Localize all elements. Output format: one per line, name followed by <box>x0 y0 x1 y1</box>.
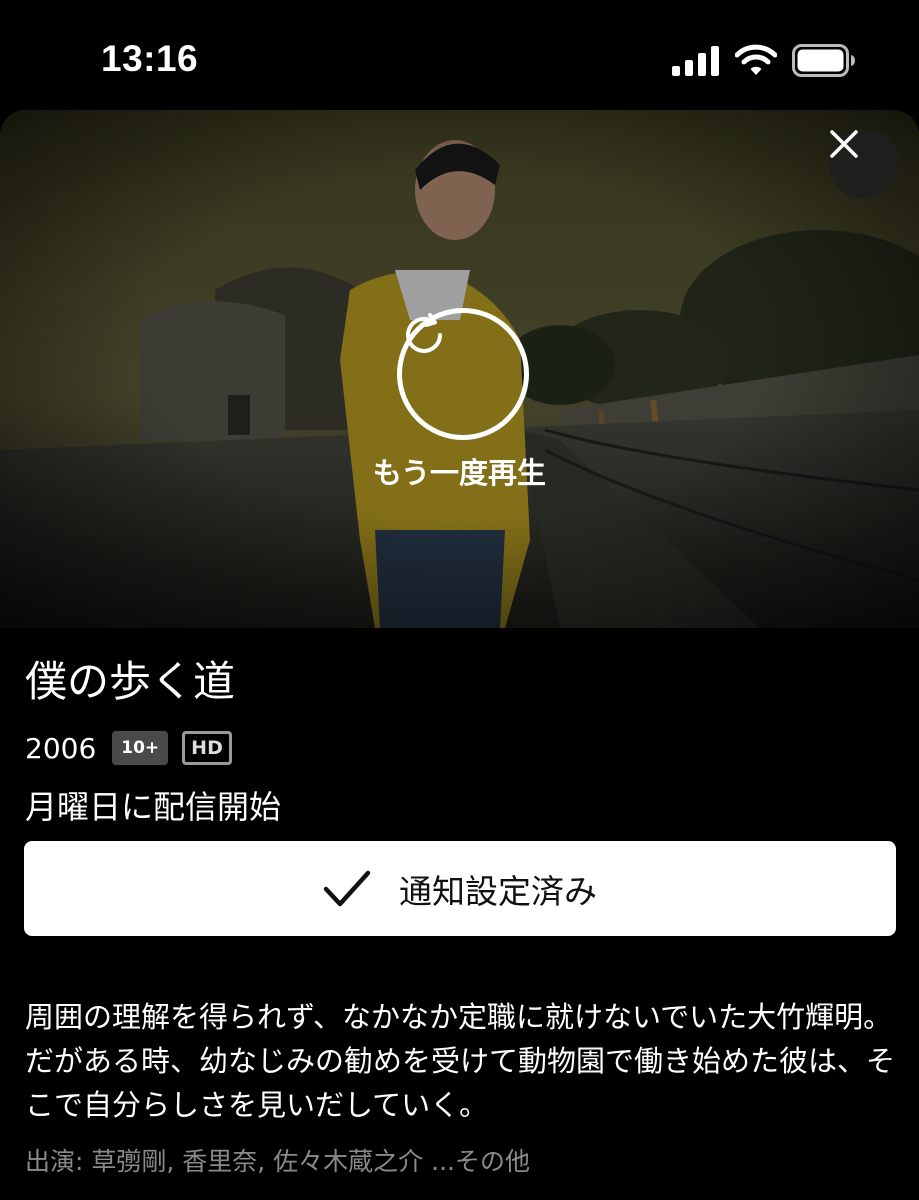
battery-icon <box>792 44 856 77</box>
availability-text: 月曜日に配信開始 <box>25 788 282 826</box>
replay-icon <box>406 313 442 353</box>
synopsis: 周囲の理解を得られず、なかなか定職に就けないでいた大竹輝明。だがある時、幼なじみ… <box>25 1000 896 1122</box>
close-button[interactable] <box>829 129 899 199</box>
checkmark-icon <box>323 870 371 906</box>
notify-button-label: 通知設定済み <box>399 871 597 911</box>
hero-image: もう一度再生 <box>0 110 919 628</box>
cast-names: 草彅剛, 香里奈, 佐々木蔵之介 <box>91 1147 424 1176</box>
hd-badge: HD <box>182 731 232 765</box>
show-title: 僕の歩く道 <box>25 657 236 706</box>
signal-icon <box>672 46 720 76</box>
release-year: 2006 <box>25 731 97 765</box>
cast-more-link[interactable]: ...その他 <box>423 1147 530 1176</box>
close-icon <box>830 130 858 158</box>
cast-line: 出演: 草彅剛, 香里奈, 佐々木蔵之介 ...その他 <box>25 1142 895 1178</box>
notify-button[interactable]: 通知設定済み <box>24 841 896 936</box>
replay-label[interactable]: もう一度再生 <box>300 450 619 492</box>
maturity-rating-badge: 10+ <box>112 731 169 765</box>
replay-button[interactable] <box>397 308 529 440</box>
show-meta: 2006 10+ HD <box>25 728 232 768</box>
status-time: 13:16 <box>101 38 199 79</box>
cast-prefix: 出演: <box>25 1147 92 1176</box>
title-detail-card: もう一度再生 僕の歩く道 2006 10+ HD 月曜日に配信開始 通知設定済み… <box>0 110 919 1200</box>
status-bar: 13:16 <box>0 0 919 110</box>
wifi-icon <box>734 44 778 76</box>
